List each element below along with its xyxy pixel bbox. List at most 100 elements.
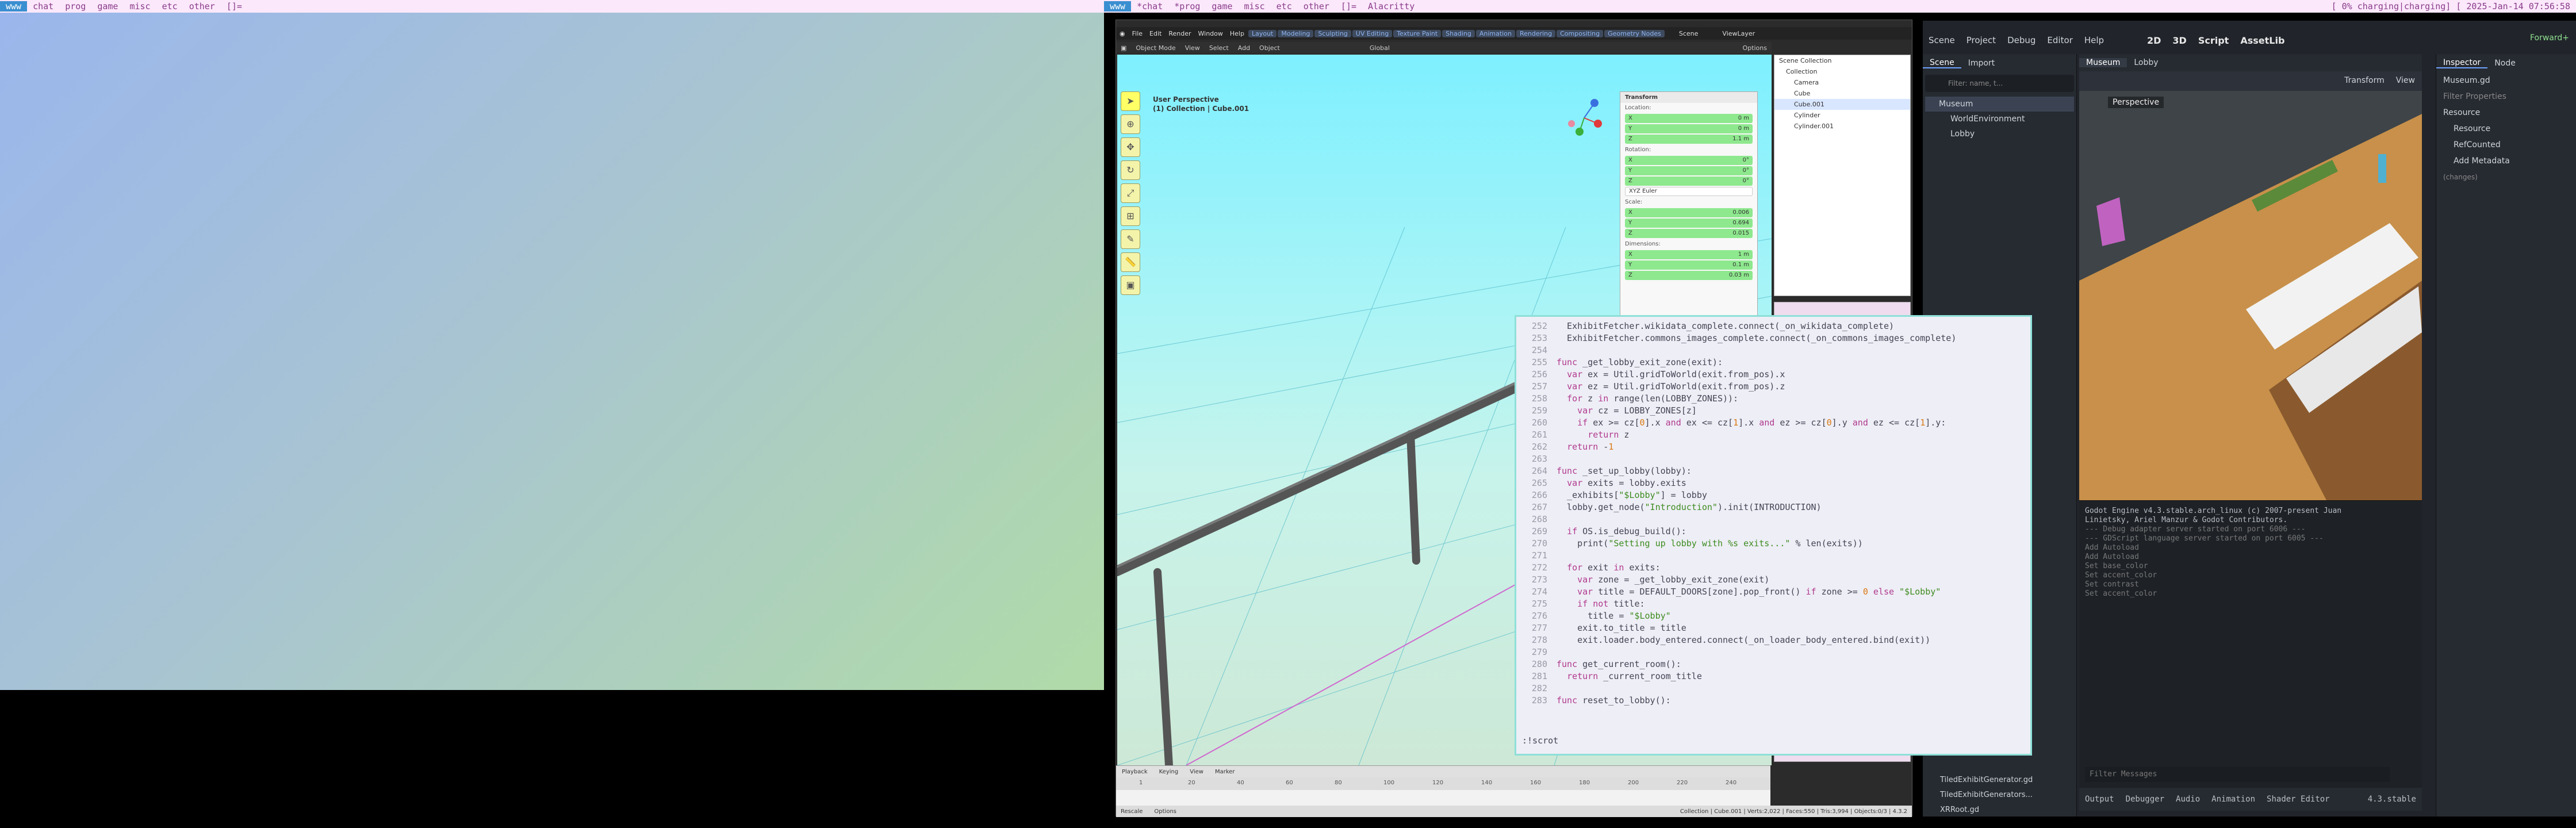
inspector-resource[interactable]: Museum.gd xyxy=(2436,72,2576,89)
right-workspace-6[interactable]: other xyxy=(1298,1,1335,12)
toolbar-menu-0[interactable]: Transform xyxy=(2344,76,2385,85)
scale-field-1[interactable]: Y 0.694 xyxy=(1625,218,1753,228)
scale-field-2[interactable]: Z 0.015 xyxy=(1625,229,1753,238)
workspace-tab-0[interactable]: Layout xyxy=(1248,29,1277,37)
dimensions-field-2[interactable]: Z 0.03 m xyxy=(1625,271,1753,280)
viewport-menu-4[interactable]: Object xyxy=(1255,44,1285,52)
rotation-mode-select[interactable]: XYZ Euler xyxy=(1625,187,1753,196)
viewport-menu-0[interactable]: Object Mode xyxy=(1131,44,1180,52)
timeline-menu-2[interactable]: View xyxy=(1184,769,1209,775)
bottom-panel-tab-4[interactable]: Shader Editor xyxy=(2261,795,2336,804)
measure-tool-icon[interactable]: 📏 xyxy=(1121,252,1140,272)
inspector-row[interactable]: Add Metadata xyxy=(2436,153,2576,169)
filter-messages-input[interactable]: Filter Messages xyxy=(2085,767,2390,782)
right-workspace-4[interactable]: misc xyxy=(1239,1,1271,12)
dimensions-field-1[interactable]: Y 0.1 m xyxy=(1625,260,1753,270)
right-dock-tab-0[interactable]: Inspector xyxy=(2436,58,2488,68)
annotate-tool-icon[interactable]: ✎ xyxy=(1121,229,1140,249)
left-workspace-7[interactable]: []= xyxy=(221,1,248,12)
rotation-field-1[interactable]: Y 0° xyxy=(1625,166,1753,175)
file-item[interactable]: TiledExhibitGenerators... xyxy=(1923,788,2077,803)
scene-tree-node[interactable]: Museum xyxy=(1925,97,2074,112)
left-workspace-2[interactable]: prog xyxy=(59,1,91,12)
godot-menu-4[interactable]: Help xyxy=(2079,35,2110,45)
workspace-tab-7[interactable]: Rendering xyxy=(1516,29,1556,37)
blender-menu-1[interactable]: Edit xyxy=(1146,30,1165,37)
timeline-menu-1[interactable]: Keying xyxy=(1153,769,1184,775)
viewport-perspective-label[interactable]: Perspective xyxy=(2108,97,2164,108)
outliner-item[interactable]: Scene Collection xyxy=(1774,55,1910,66)
toolbar-menu-1[interactable]: View xyxy=(2396,76,2415,85)
right-workspace-1[interactable]: *chat xyxy=(1131,1,1168,12)
left-dock-tab-1[interactable]: Import xyxy=(1961,59,2002,68)
file-item[interactable]: XRRoot.gd xyxy=(1923,803,2077,818)
inspector-row[interactable]: RefCounted xyxy=(2436,137,2576,153)
add-cube-tool-icon[interactable]: ▣ xyxy=(1121,275,1140,295)
blender-menu-3[interactable]: Window xyxy=(1195,30,1226,37)
right-workspace-5[interactable]: etc xyxy=(1271,1,1298,12)
main-screen-tab-2[interactable]: Script xyxy=(2192,35,2234,46)
select-tool-icon[interactable]: ➤ xyxy=(1121,91,1140,111)
left-workspace-0[interactable]: www xyxy=(0,1,28,12)
outliner-item[interactable]: Cube.001 xyxy=(1774,99,1910,110)
left-workspace-4[interactable]: misc xyxy=(124,1,156,12)
blender-menu-2[interactable]: Render xyxy=(1165,30,1194,37)
viewport-menu-1[interactable]: View xyxy=(1180,44,1205,52)
bottom-panel-tab-1[interactable]: Debugger xyxy=(2120,795,2170,804)
left-workspace-6[interactable]: other xyxy=(183,1,221,12)
workspace-tab-9[interactable]: Geometry Nodes xyxy=(1604,29,1665,37)
viewport-menu-2[interactable]: Select xyxy=(1205,44,1233,52)
right-workspace-2[interactable]: *prog xyxy=(1168,1,1206,12)
right-workspace-0[interactable]: www xyxy=(1104,1,1132,12)
godot-menu-0[interactable]: Scene xyxy=(1923,35,1961,45)
file-item[interactable]: TiledExhibitGenerator.gd xyxy=(1923,773,2077,788)
workspace-tab-3[interactable]: UV Editing xyxy=(1352,29,1393,37)
command-line[interactable]: :!scrot xyxy=(1522,735,1558,747)
workspace-tab-2[interactable]: Sculpting xyxy=(1314,29,1351,37)
blender-menu-0[interactable]: File xyxy=(1129,30,1146,37)
godot-3d-viewport[interactable]: Perspective xyxy=(2079,91,2422,500)
outliner-item[interactable]: Cylinder.001 xyxy=(1774,121,1910,132)
left-workspace-5[interactable]: etc xyxy=(156,1,183,12)
workspace-tab-6[interactable]: Animation xyxy=(1475,29,1515,37)
bottom-panel-tab-3[interactable]: Animation xyxy=(2206,795,2261,804)
godot-menu-1[interactable]: Project xyxy=(1961,35,2002,45)
outliner-item[interactable]: Camera xyxy=(1774,77,1910,88)
main-screen-tab-1[interactable]: 3D xyxy=(2167,35,2192,46)
scene-tree-node[interactable]: WorldEnvironment xyxy=(1925,112,2074,126)
outliner-item[interactable]: Cylinder xyxy=(1774,110,1910,121)
alacritty-terminal[interactable]: 252 ExhibitFetcher.wikidata_complete.con… xyxy=(1515,315,2032,756)
options-button[interactable]: Options xyxy=(1738,44,1772,52)
scene-tree-node[interactable]: Lobby xyxy=(1925,126,2074,141)
outliner-item[interactable]: Cube xyxy=(1774,88,1910,99)
workspace-tab-5[interactable]: Shading xyxy=(1442,29,1475,37)
right-dock-tab-1[interactable]: Node xyxy=(2487,59,2523,68)
workspace-tab-1[interactable]: Modeling xyxy=(1278,29,1314,37)
scale-field-0[interactable]: X 0.006 xyxy=(1625,208,1753,217)
godot-menu-3[interactable]: Editor xyxy=(2041,35,2078,45)
rotation-field-2[interactable]: Z 0° xyxy=(1625,177,1753,186)
location-field-0[interactable]: X 0 m xyxy=(1625,114,1753,123)
bottom-panel-tab-0[interactable]: Output xyxy=(2079,795,2120,804)
scene-filter-input[interactable]: Filter: name, t... xyxy=(1925,75,2074,92)
rotate-tool-icon[interactable]: ↻ xyxy=(1121,160,1140,180)
left-dock-tab-0[interactable]: Scene xyxy=(1923,58,1961,68)
inspector-row[interactable]: Resource xyxy=(2436,105,2576,121)
location-field-2[interactable]: Z 1.1 m xyxy=(1625,135,1753,144)
scene-tab-0[interactable]: Museum xyxy=(2079,58,2128,67)
timeline-menu-0[interactable]: Playback xyxy=(1116,769,1153,775)
main-screen-tab-0[interactable]: 2D xyxy=(2141,35,2167,46)
cursor-tool-icon[interactable]: ⊕ xyxy=(1121,114,1140,134)
rotation-field-0[interactable]: X 0° xyxy=(1625,156,1753,165)
bottom-panel-tab-2[interactable]: Audio xyxy=(2170,795,2206,804)
editor-type-icon[interactable]: ▣ xyxy=(1116,44,1131,52)
view-layer-selector[interactable]: ViewLayer xyxy=(1719,30,1758,37)
transform-tool-icon[interactable]: ⊞ xyxy=(1121,206,1140,226)
filter-properties-input[interactable]: Filter Properties xyxy=(2436,89,2576,105)
transform-orientation[interactable]: Global xyxy=(1365,44,1394,52)
dimensions-field-0[interactable]: X 1 m xyxy=(1625,250,1753,259)
scale-tool-icon[interactable]: ⤢ xyxy=(1121,183,1140,203)
move-tool-icon[interactable]: ✥ xyxy=(1121,137,1140,157)
workspace-tab-8[interactable]: Compositing xyxy=(1557,29,1604,37)
workspace-tab-4[interactable]: Texture Paint xyxy=(1393,29,1442,37)
